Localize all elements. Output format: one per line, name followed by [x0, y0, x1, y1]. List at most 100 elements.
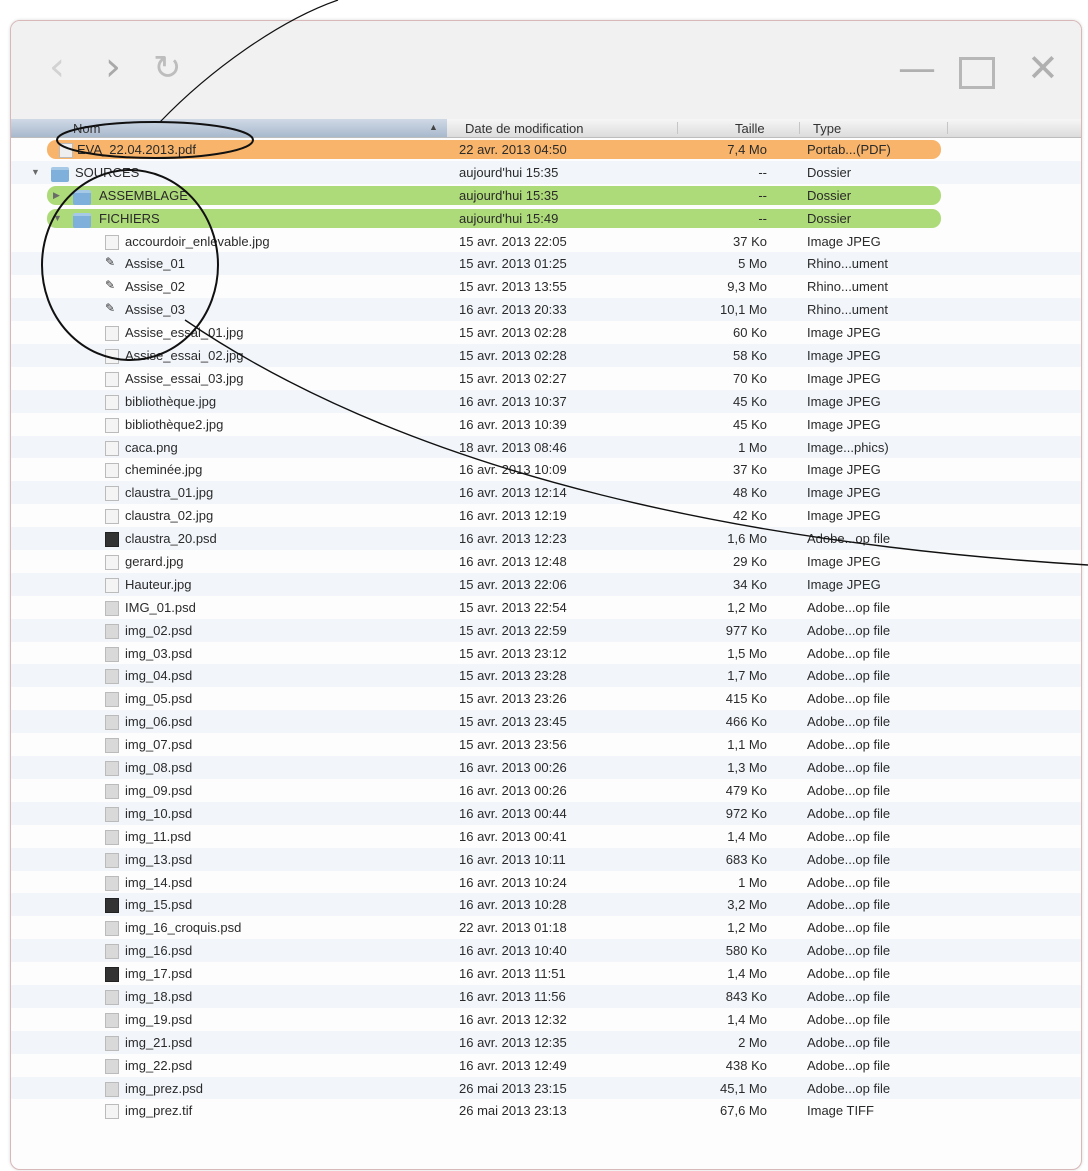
table-row[interactable]: img_13.psd 16 avr. 2013 10:11 683 Ko Adobe.…	[11, 847, 1081, 871]
table-row[interactable]: caca.png 18 avr. 2013 08:46 1 Mo Image...ph…	[11, 435, 1081, 459]
file-size: 67,6 Mo	[720, 1103, 767, 1119]
file-size: 2 Mo	[738, 1034, 767, 1050]
table-row[interactable]: cheminée.jpg 16 avr. 2013 10:09 37 Ko Image…	[11, 458, 1081, 481]
file-date: 15 avr. 2013 22:59	[459, 622, 567, 638]
table-row[interactable]: img_11.psd 16 avr. 2013 00:41 1,4 Mo Adobe.…	[11, 825, 1081, 848]
back-icon[interactable]: ‹	[49, 47, 65, 87]
table-row[interactable]: ✎ Assise_03 16 avr. 2013 20:33 10,1 Mo Rhino…	[11, 298, 1081, 322]
refresh-icon[interactable]: ↻	[153, 51, 182, 85]
file-date: 16 avr. 2013 10:39	[459, 416, 567, 432]
column-header-nom[interactable]: Nom ▲	[11, 119, 447, 137]
file-type: Dossier	[807, 187, 852, 203]
table-row[interactable]: Assise_essai_03.jpg 15 avr. 2013 02:27 70 …	[11, 367, 1081, 390]
rhino-file-icon: ✎	[105, 278, 116, 293]
file-size: --	[758, 187, 767, 203]
forward-icon[interactable]: ›	[105, 47, 121, 87]
file-icon	[105, 967, 119, 983]
maximize-icon[interactable]	[959, 57, 995, 89]
file-size: 1,4 Mo	[727, 828, 767, 844]
table-row[interactable]: img_21.psd 16 avr. 2013 12:35 2 Mo Adobe...…	[11, 1030, 1081, 1054]
file-type: Adobe...op file	[807, 897, 891, 913]
file-icon	[105, 646, 119, 662]
file-name: img_14.psd	[125, 874, 193, 890]
table-row[interactable]: img_16_croquis.psd 22 avr. 2013 01:18 1,2 …	[11, 916, 1081, 939]
file-size: 415 Ko	[725, 691, 767, 707]
file-date: 26 mai 2013 23:13	[459, 1103, 567, 1119]
minimize-icon[interactable]: —	[898, 49, 936, 87]
file-type: Image JPEG	[807, 416, 881, 432]
table-row[interactable]: img_prez.tif 26 mai 2013 23:13 67,6 Mo Imag…	[11, 1099, 1081, 1122]
file-icon	[105, 875, 119, 891]
table-row[interactable]: img_prez.psd 26 mai 2013 23:15 45,1 Mo Adob…	[11, 1076, 1081, 1100]
table-row[interactable]: img_19.psd 16 avr. 2013 12:32 1,4 Mo Adobe.…	[11, 1008, 1081, 1031]
file-icon	[105, 1012, 119, 1028]
table-row[interactable]: ✎ Assise_02 15 avr. 2013 13:55 9,3 Mo Rhino.…	[11, 275, 1081, 298]
table-row[interactable]: Assise_essai_02.jpg 15 avr. 2013 02:28 58 …	[11, 344, 1081, 367]
table-row[interactable]: img_15.psd 16 avr. 2013 10:28 3,2 Mo Adobe.…	[11, 893, 1081, 917]
table-row[interactable]: img_09.psd 16 avr. 2013 00:26 479 Ko Adobe.…	[11, 779, 1081, 802]
table-row[interactable]: img_22.psd 16 avr. 2013 12:49 438 Ko Adobe.…	[11, 1054, 1081, 1077]
table-row[interactable]: ▶ ASSEMBLAGE aujourd'hui 15:35 -- Dossier	[11, 184, 1081, 207]
file-date: 16 avr. 2013 12:32	[459, 1011, 567, 1027]
table-row[interactable]: IMG_01.psd 15 avr. 2013 22:54 1,2 Mo Adobe.…	[11, 596, 1081, 619]
file-date: 26 mai 2013 23:15	[459, 1080, 567, 1096]
table-row[interactable]: img_05.psd 15 avr. 2013 23:26 415 Ko Adobe.…	[11, 687, 1081, 710]
table-row[interactable]: Assise_essai_01.jpg 15 avr. 2013 02:28 60 …	[11, 321, 1081, 344]
table-row[interactable]: claustra_20.psd 16 avr. 2013 12:23 1,6 Mo A…	[11, 527, 1081, 551]
file-icon	[105, 783, 119, 799]
close-icon[interactable]: ✕	[1027, 49, 1059, 87]
table-row[interactable]: EVA_22.04.2013.pdf 22 avr. 2013 04:50 7,4 …	[11, 138, 1081, 161]
file-name: accourdoir_enlevable.jpg	[125, 233, 270, 249]
file-icon	[105, 829, 119, 845]
table-row[interactable]: img_06.psd 15 avr. 2013 23:45 466 Ko Adobe.…	[11, 710, 1081, 734]
table-row[interactable]: accourdoir_enlevable.jpg 15 avr. 2013 22:…	[11, 230, 1081, 253]
table-row[interactable]: img_04.psd 15 avr. 2013 23:28 1,7 Mo Adobe.…	[11, 664, 1081, 688]
disclosure-open-icon[interactable]: ▼	[53, 213, 62, 223]
table-row[interactable]: bibliothèque2.jpg 16 avr. 2013 10:39 45 Ko…	[11, 413, 1081, 436]
table-row[interactable]: ✎ Assise_01 15 avr. 2013 01:25 5 Mo Rhino...…	[11, 252, 1081, 276]
file-name: img_prez.psd	[125, 1080, 204, 1096]
table-row[interactable]: img_07.psd 15 avr. 2013 23:56 1,1 Mo Adobe.…	[11, 733, 1081, 756]
table-row[interactable]: ▼ SOURCES aujourd'hui 15:35 -- Dossier	[11, 160, 1081, 184]
file-type: Adobe...op file	[807, 645, 891, 661]
file-size: 466 Ko	[725, 714, 767, 730]
table-row[interactable]: img_17.psd 16 avr. 2013 11:51 1,4 Mo Adobe.…	[11, 962, 1081, 985]
table-row[interactable]: claustra_01.jpg 16 avr. 2013 12:14 48 Ko Im…	[11, 481, 1081, 505]
file-date: 16 avr. 2013 12:14	[459, 485, 567, 501]
table-row[interactable]: img_16.psd 16 avr. 2013 10:40 580 Ko Adobe.…	[11, 939, 1081, 963]
table-row[interactable]: bibliothèque.jpg 16 avr. 2013 10:37 45 Ko I…	[11, 389, 1081, 413]
table-row[interactable]: img_08.psd 16 avr. 2013 00:26 1,3 Mo Adobe.…	[11, 756, 1081, 779]
file-icon	[105, 371, 119, 387]
file-type: Adobe...op file	[807, 531, 891, 547]
disclosure-open-icon[interactable]: ▼	[31, 167, 40, 177]
file-date: aujourd'hui 15:35	[459, 164, 559, 180]
folder-icon	[73, 189, 91, 205]
table-row[interactable]: img_02.psd 15 avr. 2013 22:59 977 Ko Adobe.…	[11, 618, 1081, 642]
table-row[interactable]: img_03.psd 15 avr. 2013 23:12 1,5 Mo Adobe.…	[11, 642, 1081, 665]
column-header-type[interactable]: Type	[813, 121, 841, 136]
table-row[interactable]: img_10.psd 16 avr. 2013 00:44 972 Ko Adobe.…	[11, 801, 1081, 825]
file-date: 16 avr. 2013 00:44	[459, 805, 567, 821]
column-header-size[interactable]: Taille	[735, 121, 765, 136]
file-type: Adobe...op file	[807, 988, 891, 1004]
folder-icon	[51, 166, 69, 182]
table-row[interactable]: claustra_02.jpg 16 avr. 2013 12:19 42 Ko Im…	[11, 504, 1081, 527]
file-date: 16 avr. 2013 10:11	[459, 851, 566, 867]
file-date: 15 avr. 2013 02:28	[459, 325, 567, 341]
file-name: EVA_22.04.2013.pdf	[77, 142, 197, 157]
file-type: Image JPEG	[807, 233, 881, 249]
file-size: 1,3 Mo	[727, 760, 767, 776]
table-row[interactable]: Hauteur.jpg 15 avr. 2013 22:06 34 Ko Image …	[11, 572, 1081, 596]
column-header-date[interactable]: Date de modification	[465, 121, 584, 136]
table-row[interactable]: ▼ FICHIERS aujourd'hui 15:49 -- Dossier	[11, 207, 1081, 230]
file-name: caca.png	[125, 439, 178, 455]
file-name: img_18.psd	[125, 988, 193, 1004]
table-row[interactable]: img_14.psd 16 avr. 2013 10:24 1 Mo Adobe...…	[11, 871, 1081, 894]
table-row[interactable]: img_18.psd 16 avr. 2013 11:56 843 Ko Adobe.…	[11, 984, 1081, 1008]
file-size: 3,2 Mo	[727, 897, 767, 913]
file-size: 45,1 Mo	[720, 1080, 767, 1096]
file-size: 60 Ko	[733, 325, 767, 341]
disclosure-closed-icon[interactable]: ▶	[53, 190, 60, 201]
table-row[interactable]: gerard.jpg 16 avr. 2013 12:48 29 Ko Image J…	[11, 550, 1081, 573]
folder-icon	[73, 212, 91, 228]
